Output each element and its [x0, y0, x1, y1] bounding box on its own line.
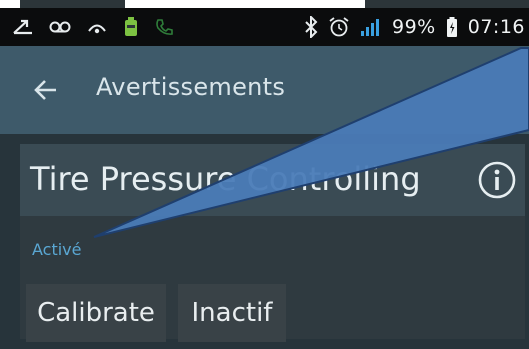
cast-icon	[86, 16, 108, 38]
calibrate-button[interactable]: Calibrate	[26, 284, 166, 342]
content-area: Tire Pressure Controlling Activé Calibra…	[0, 134, 529, 349]
system-icons: 99% 07:16	[304, 8, 525, 46]
battery-icon	[446, 16, 458, 38]
status-badge: Activé	[32, 240, 82, 259]
info-icon[interactable]	[477, 160, 517, 200]
card-title: Tire Pressure Controlling	[30, 160, 421, 198]
arrow-left-icon[interactable]	[32, 76, 60, 104]
signal-icon	[360, 16, 382, 38]
voicemail-icon	[48, 16, 72, 38]
app-bar: Avertissements	[0, 46, 529, 134]
top-edge-artifact-mid	[125, 0, 365, 8]
battery-percent: 99%	[392, 16, 436, 38]
clock: 07:16	[467, 16, 525, 38]
inactive-button[interactable]: Inactif	[178, 284, 286, 342]
warning-card: Tire Pressure Controlling Activé Calibra…	[20, 144, 525, 342]
phone-screen: 99% 07:16 Avertissements Tire Pressure C…	[0, 0, 529, 349]
page-title: Avertissements	[96, 73, 286, 101]
card-header: Tire Pressure Controlling	[20, 144, 525, 216]
notification-icons	[12, 8, 174, 46]
missed-call-icon	[12, 16, 34, 38]
phone-icon	[154, 16, 174, 38]
battery-app-icon	[122, 16, 140, 38]
alarm-icon	[328, 16, 350, 38]
bluetooth-icon	[304, 16, 318, 38]
top-edge-artifact	[0, 0, 20, 8]
status-bar: 99% 07:16	[0, 8, 529, 46]
